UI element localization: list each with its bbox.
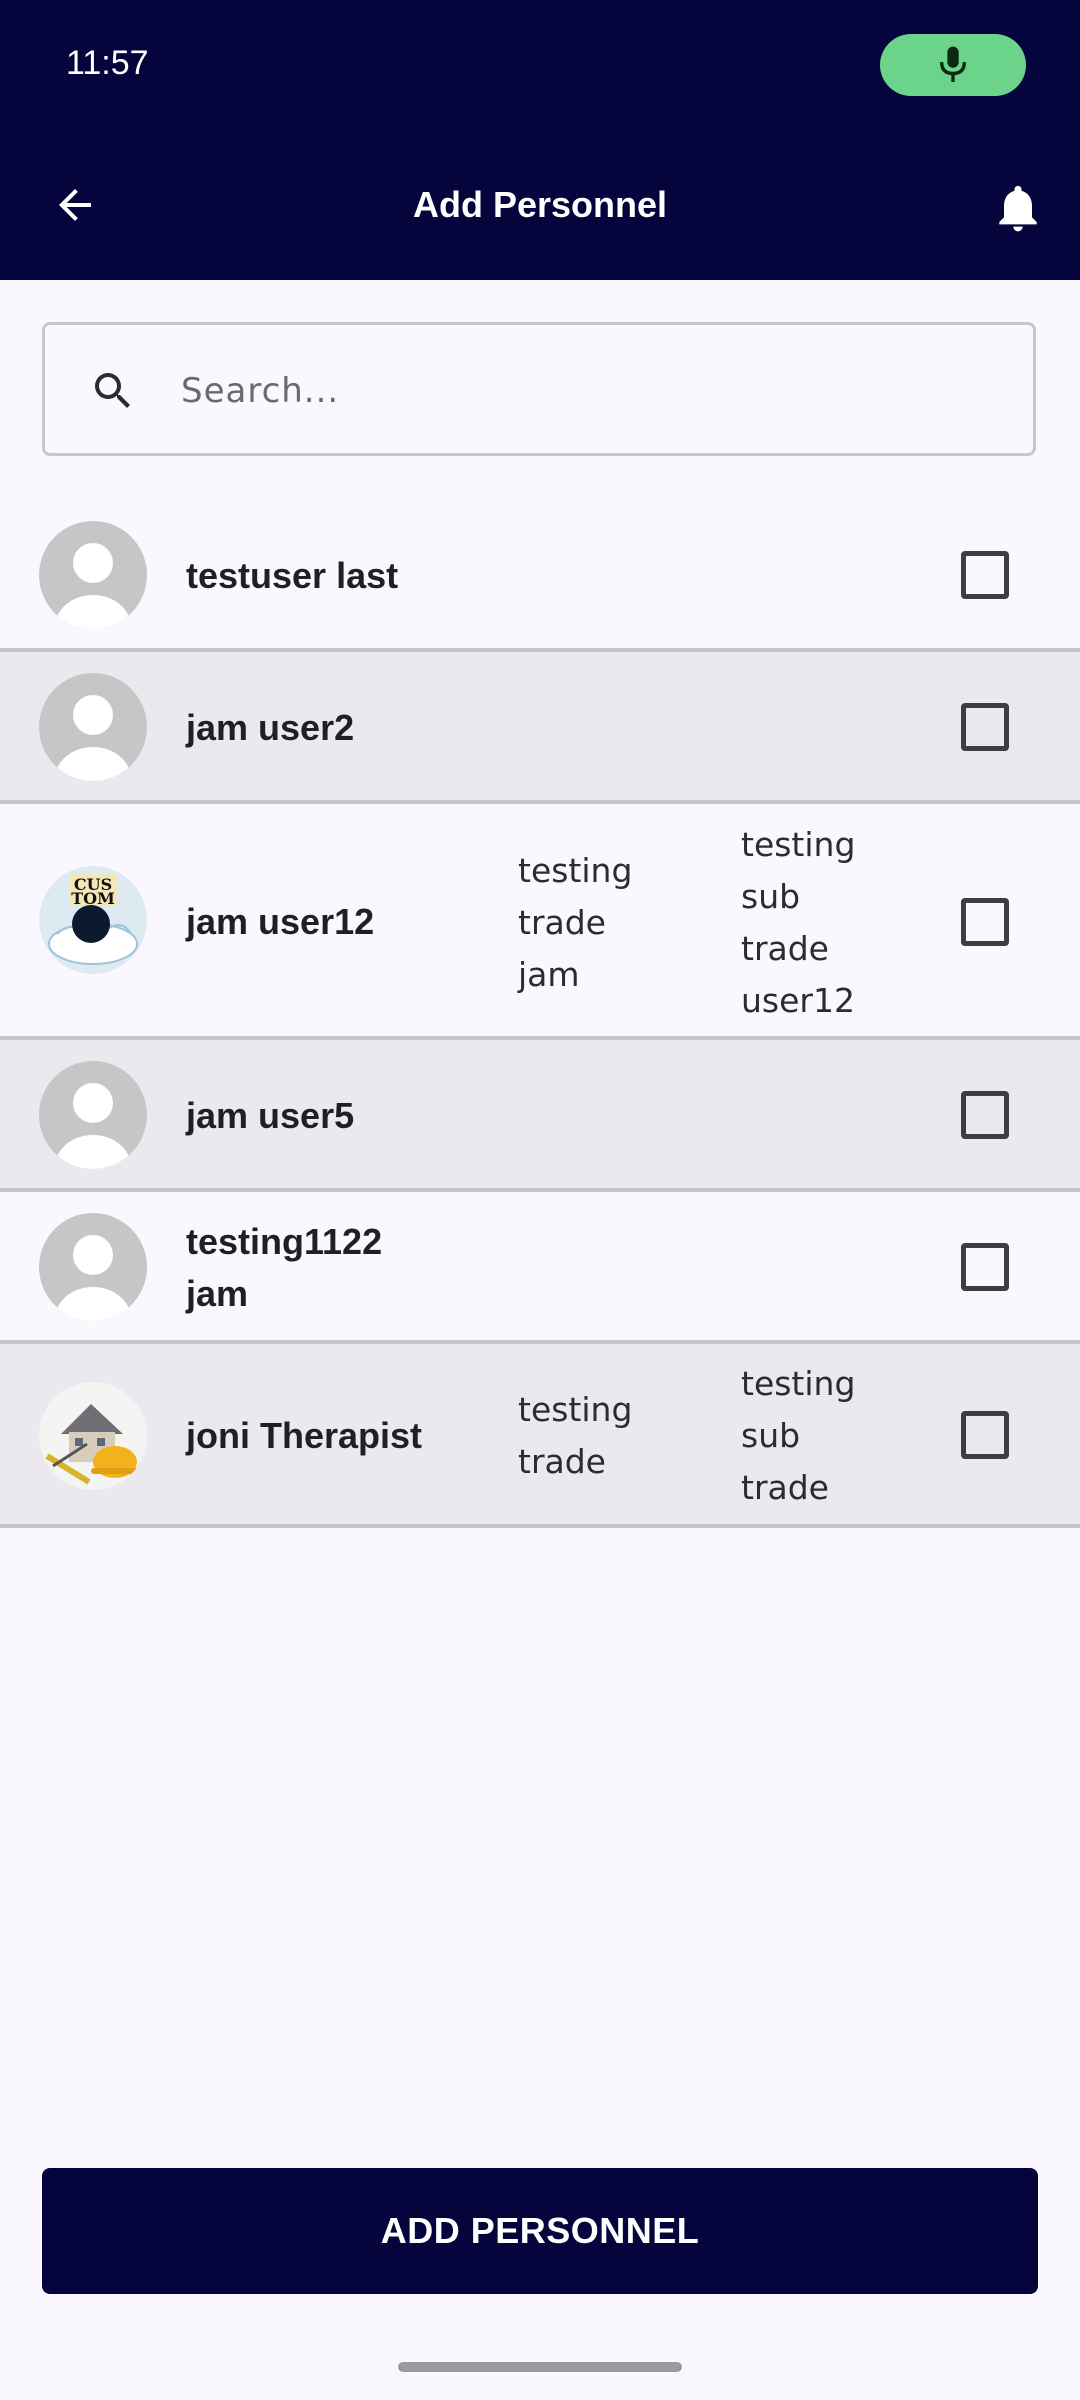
search-box[interactable]	[42, 322, 1036, 456]
default-avatar	[39, 673, 147, 781]
personnel-row[interactable]: CUS TOM jam user12 testing trade jam tes…	[0, 804, 1080, 1040]
search-input[interactable]	[179, 355, 1003, 427]
status-bar: 11:57	[0, 0, 1080, 130]
status-time: 11:57	[66, 44, 149, 82]
personnel-row[interactable]: joni Therapist testing trade testing sub…	[0, 1344, 1080, 1528]
personnel-trade: testing trade jam	[518, 851, 633, 994]
select-checkbox[interactable]	[961, 1091, 1009, 1139]
bell-icon	[999, 185, 1037, 232]
personnel-name: joni Therapist	[186, 1415, 423, 1456]
back-button[interactable]	[40, 170, 110, 240]
select-checkbox[interactable]	[961, 551, 1009, 599]
personnel-name: testing1122 jam	[186, 1221, 383, 1314]
personnel-sub-trade: testing sub trade user12	[741, 825, 856, 1020]
custom-logo-avatar: CUS TOM	[39, 866, 147, 974]
personnel-name: jam user12	[186, 901, 375, 942]
default-avatar	[39, 1061, 147, 1169]
personnel-name: jam user5	[186, 1095, 355, 1136]
select-checkbox[interactable]	[961, 703, 1009, 751]
personnel-sub-trade: testing sub trade	[741, 1364, 856, 1507]
microphone-icon	[939, 46, 967, 82]
home-indicator[interactable]	[398, 2362, 682, 2372]
personnel-trade: testing trade	[518, 1390, 633, 1481]
default-avatar	[39, 521, 147, 629]
select-checkbox[interactable]	[961, 1243, 1009, 1291]
default-avatar	[39, 1213, 147, 1321]
personnel-name: testuser last	[186, 555, 399, 596]
add-personnel-button[interactable]: ADD PERSONNEL	[42, 2168, 1038, 2294]
arrow-left-icon	[59, 189, 91, 221]
personnel-list: testuser last jam user2 CUS TOM jam user…	[0, 500, 1080, 1528]
select-checkbox[interactable]	[961, 898, 1009, 946]
personnel-row[interactable]: jam user5	[0, 1040, 1080, 1192]
personnel-row[interactable]: testuser last	[0, 500, 1080, 652]
notifications-button[interactable]	[980, 170, 1056, 246]
personnel-row[interactable]: jam user2	[0, 652, 1080, 804]
personnel-name: jam user2	[186, 707, 355, 748]
select-checkbox[interactable]	[961, 1411, 1009, 1459]
search-icon	[95, 373, 130, 408]
app-bar: Add Personnel	[0, 130, 1080, 280]
house-construction-avatar	[39, 1382, 147, 1490]
microphone-indicator	[880, 34, 1026, 96]
personnel-row[interactable]: testing1122 jam	[0, 1192, 1080, 1344]
page-title: Add Personnel	[412, 184, 668, 225]
